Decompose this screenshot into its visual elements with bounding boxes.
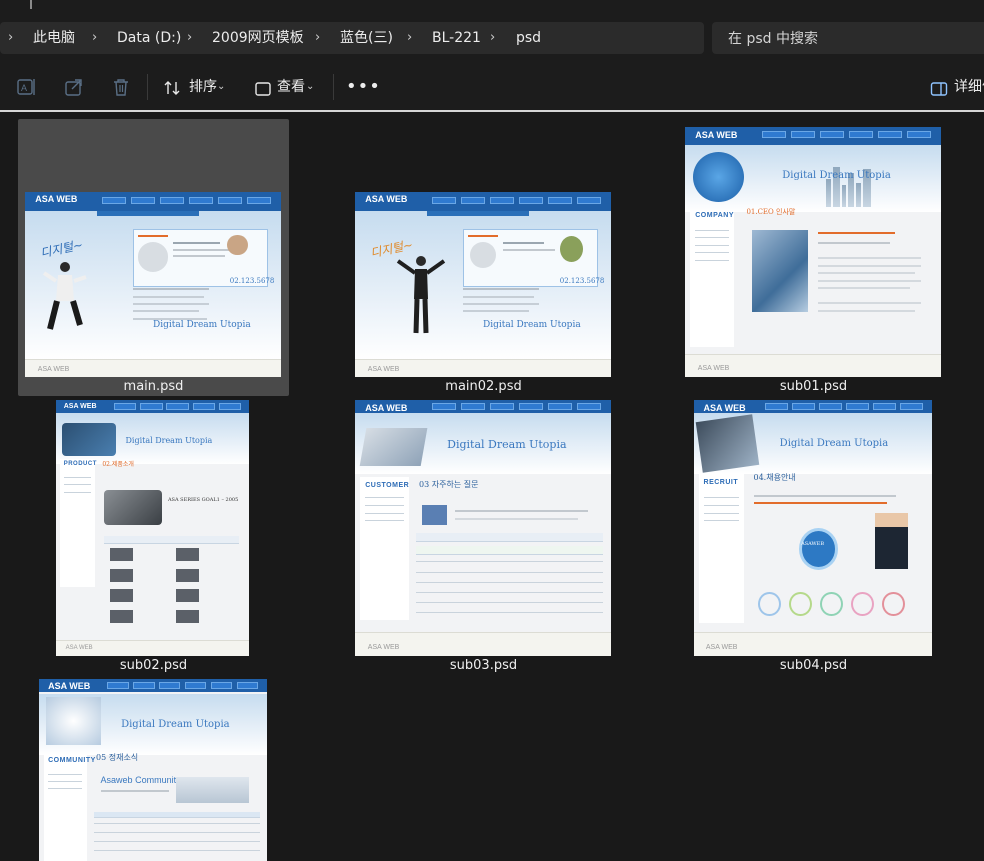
chevron-right-icon[interactable]: ›: [92, 22, 97, 54]
thumb-section-title: COMPANY: [695, 212, 734, 219]
thumb-section-title: RECRUIT: [703, 479, 739, 487]
thumb-footer-logo: ASA WEB: [65, 644, 93, 651]
thumb-product-title: ASA SERIES GOAL1 – 2005: [167, 497, 239, 504]
file-name[interactable]: sub01.psd: [678, 378, 949, 396]
command-bar: A 排序 ⌄ 查看 ⌄ ••• 详细信: [0, 64, 984, 110]
thumb-footer-logo: ASA WEB: [37, 366, 70, 374]
delete-icon[interactable]: [110, 76, 132, 98]
thumb-page-title: 04.채용안내: [753, 472, 796, 482]
file-tile-sub01[interactable]: ASA WEB Digital Dream Utopia COMPANY 01.…: [678, 119, 949, 396]
thumb-page-title: 02.제품소개: [102, 460, 134, 468]
file-name[interactable]: main02.psd: [348, 378, 619, 396]
thumb-footer-logo: ASA WEB: [367, 643, 400, 651]
breadcrumb-item-bl221[interactable]: BL-221: [432, 22, 481, 54]
toolbar-separator: [333, 74, 334, 100]
file-name[interactable]: sub03.psd: [348, 657, 619, 675]
thumb-footer-logo: ASA WEB: [705, 643, 738, 651]
search-input[interactable]: [726, 22, 980, 56]
thumb-section-title: COMMUNITY: [48, 757, 96, 765]
file-tile-sub02[interactable]: ASA WEB Digital Dream Utopia PRODUCT 02.…: [18, 398, 289, 675]
thumb-site-logo: ASA WEB: [48, 680, 91, 691]
thumb-section-title: PRODUCT: [63, 461, 97, 468]
chevron-right-icon[interactable]: ›: [407, 22, 412, 54]
file-thumbnail: ASA WEB Digital Dream Utopia RECRUIT 04.…: [694, 400, 932, 656]
svg-text:A: A: [21, 83, 27, 93]
thumb-footer-logo: ASA WEB: [697, 365, 730, 372]
thumb-site-logo: ASA WEB: [703, 402, 746, 413]
file-thumbnail: ASA WEB Digital Dream Utopia COMPANY 01.…: [685, 127, 941, 377]
file-name[interactable]: main.psd: [18, 378, 289, 396]
thumb-site-logo: ASA WEB: [365, 402, 408, 413]
thumb-site-logo: ASA WEB: [365, 193, 408, 204]
share-icon[interactable]: [63, 76, 85, 98]
address-row: › 此电脑 › Data (D:) › 2009网页模板 › 蓝色(三) › B…: [0, 14, 984, 64]
file-name[interactable]: sub02.psd: [18, 657, 289, 675]
thumb-heading: Digital Dream Utopia: [153, 319, 251, 330]
breadcrumb-item-drive[interactable]: Data (D:): [117, 22, 181, 54]
thumb-figure: [396, 256, 446, 334]
file-thumbnail: ASA WEB Digital Dream Utopia PRODUCT 02.…: [56, 400, 249, 656]
thumb-site-logo: ASA WEB: [63, 402, 97, 410]
thumb-heading: Digital Dream Utopia: [779, 438, 889, 450]
file-tile-main02[interactable]: ASA WEB 디지털~ 02.123.5678 Digital Dream U…: [348, 119, 619, 396]
chevron-down-icon: ⌄: [217, 81, 226, 92]
thumb-footer-logo: ASA WEB: [367, 366, 400, 374]
thumb-figure: [43, 261, 87, 330]
thumb-heading: Digital Dream Utopia: [125, 435, 213, 445]
view-label: 查看: [277, 79, 305, 95]
thumb-site-logo: ASA WEB: [695, 129, 738, 140]
breadcrumb[interactable]: › 此电脑 › Data (D:) › 2009网页模板 › 蓝色(三) › B…: [0, 22, 704, 54]
details-pane-button[interactable]: 详细信: [930, 72, 984, 102]
file-tile-main[interactable]: ASA WEB 디지털~ 02.123.5678 Digital Dream U…: [18, 119, 289, 396]
sort-label: 排序: [189, 79, 217, 95]
view-icon: [254, 79, 272, 109]
thumb-heading: Digital Dream Utopia: [121, 719, 230, 731]
search-box[interactable]: [712, 22, 984, 56]
chevron-right-icon[interactable]: ›: [490, 22, 495, 54]
file-tile-sub04[interactable]: ASA WEB Digital Dream Utopia RECRUIT 04.…: [678, 398, 949, 675]
title-strip: [0, 0, 984, 14]
breadcrumb-item-psd[interactable]: psd: [516, 22, 541, 54]
details-pane-icon: [930, 79, 948, 102]
sort-button[interactable]: 排序 ⌄: [163, 72, 229, 102]
file-tile-sub05[interactable]: ASA WEB Digital Dream Utopia COMMUNITY 0…: [18, 677, 289, 861]
file-thumbnail: ASA WEB Digital Dream Utopia CUSTOMER 03…: [355, 400, 611, 656]
breadcrumb-item-this-pc[interactable]: 此电脑: [33, 22, 75, 54]
breadcrumb-item-folder-2009[interactable]: 2009网页模板: [212, 22, 304, 54]
thumb-heading: Digital Dream Utopia: [447, 438, 567, 452]
more-options-icon[interactable]: •••: [346, 72, 381, 102]
file-name[interactable]: sub04.psd: [678, 657, 949, 675]
thumb-community-title: Asaweb Community: [100, 775, 181, 786]
thumb-page-title: 05 정재소식: [96, 752, 139, 762]
thumb-page-title: 01.CEO 인사말: [746, 208, 796, 216]
sort-icon: [163, 78, 181, 108]
file-grid: ASA WEB 디지털~ 02.123.5678 Digital Dream U…: [0, 112, 984, 861]
file-thumbnail: ASA WEB Digital Dream Utopia COMMUNITY 0…: [39, 679, 267, 861]
file-tile-sub03[interactable]: ASA WEB Digital Dream Utopia CUSTOMER 03…: [348, 398, 619, 675]
thumb-phone: 02.123.5678: [559, 277, 605, 286]
toolbar-separator: [147, 74, 148, 100]
rename-icon[interactable]: A: [16, 76, 38, 98]
title-strip-mark: [30, 0, 32, 9]
thumb-section-title: CUSTOMER: [365, 481, 410, 489]
thumb-page-title: 03 자주하는 질문: [419, 480, 479, 490]
thumb-badge: ASAWEB: [801, 540, 825, 547]
thumb-heading: Digital Dream Utopia: [483, 319, 581, 330]
chevron-right-icon[interactable]: ›: [315, 22, 320, 54]
view-button[interactable]: 查看 ⌄: [254, 72, 320, 102]
breadcrumb-item-blue3[interactable]: 蓝色(三): [340, 22, 393, 54]
thumb-heading: Digital Dream Utopia: [782, 169, 891, 181]
thumb-phone: 02.123.5678: [229, 277, 275, 286]
details-pane-label: 详细信: [954, 79, 984, 95]
file-thumbnail: ASA WEB 디지털~ 02.123.5678 Digital Dream U…: [355, 192, 611, 377]
file-thumbnail: ASA WEB 디지털~ 02.123.5678 Digital Dream U…: [25, 192, 281, 377]
chevron-right-icon[interactable]: ›: [187, 22, 192, 54]
chevron-down-icon: ⌄: [306, 81, 315, 92]
chevron-right-icon[interactable]: ›: [8, 22, 13, 54]
thumb-site-logo: ASA WEB: [35, 193, 78, 204]
